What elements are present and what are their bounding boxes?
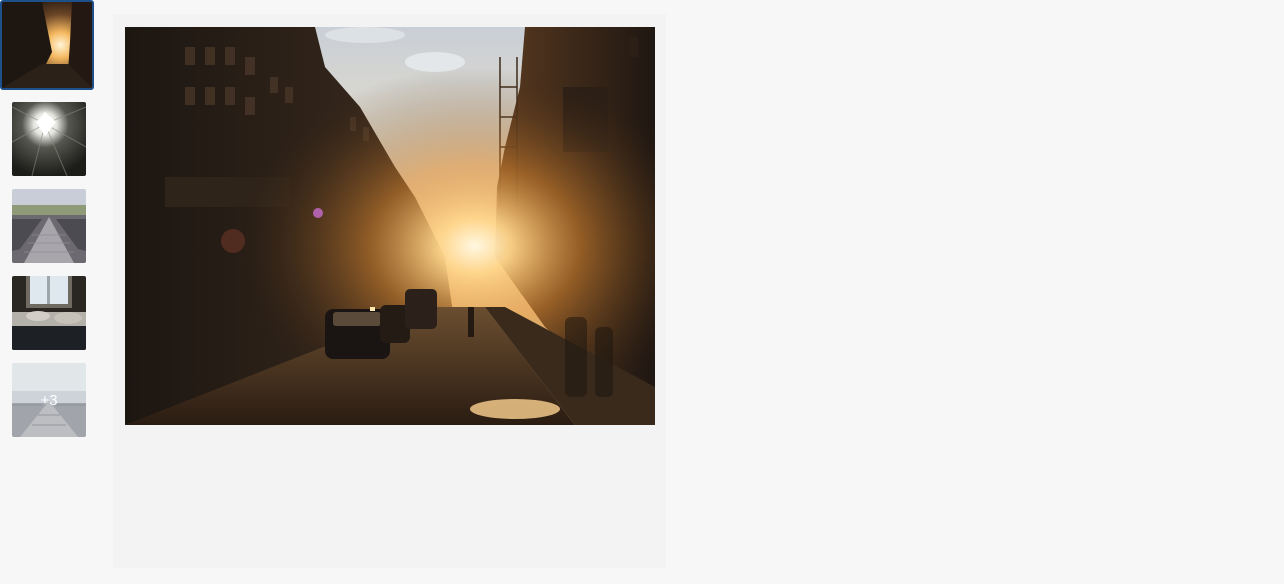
street-sunset-thumbnail-image: [2, 2, 92, 88]
street-sunset-photo: [125, 27, 655, 425]
thumbnail-street-sunset[interactable]: [0, 0, 94, 90]
photo-gallery: +3: [0, 0, 1284, 584]
thumbnail-bridge-walkway[interactable]: [12, 189, 86, 263]
bedroom-window-thumbnail-image: [12, 276, 86, 350]
thumbnail-bedroom-window[interactable]: [12, 276, 86, 350]
main-photo[interactable]: [125, 27, 655, 425]
bridge-walkway-thumbnail-image: [12, 189, 86, 263]
tunnel-light-thumbnail-image: [12, 102, 86, 176]
image-viewer: [113, 14, 666, 568]
thumbnail-pier-more[interactable]: +3: [12, 363, 86, 437]
thumbnail-tunnel-light[interactable]: [12, 102, 86, 176]
more-photos-count: +3: [12, 363, 86, 437]
